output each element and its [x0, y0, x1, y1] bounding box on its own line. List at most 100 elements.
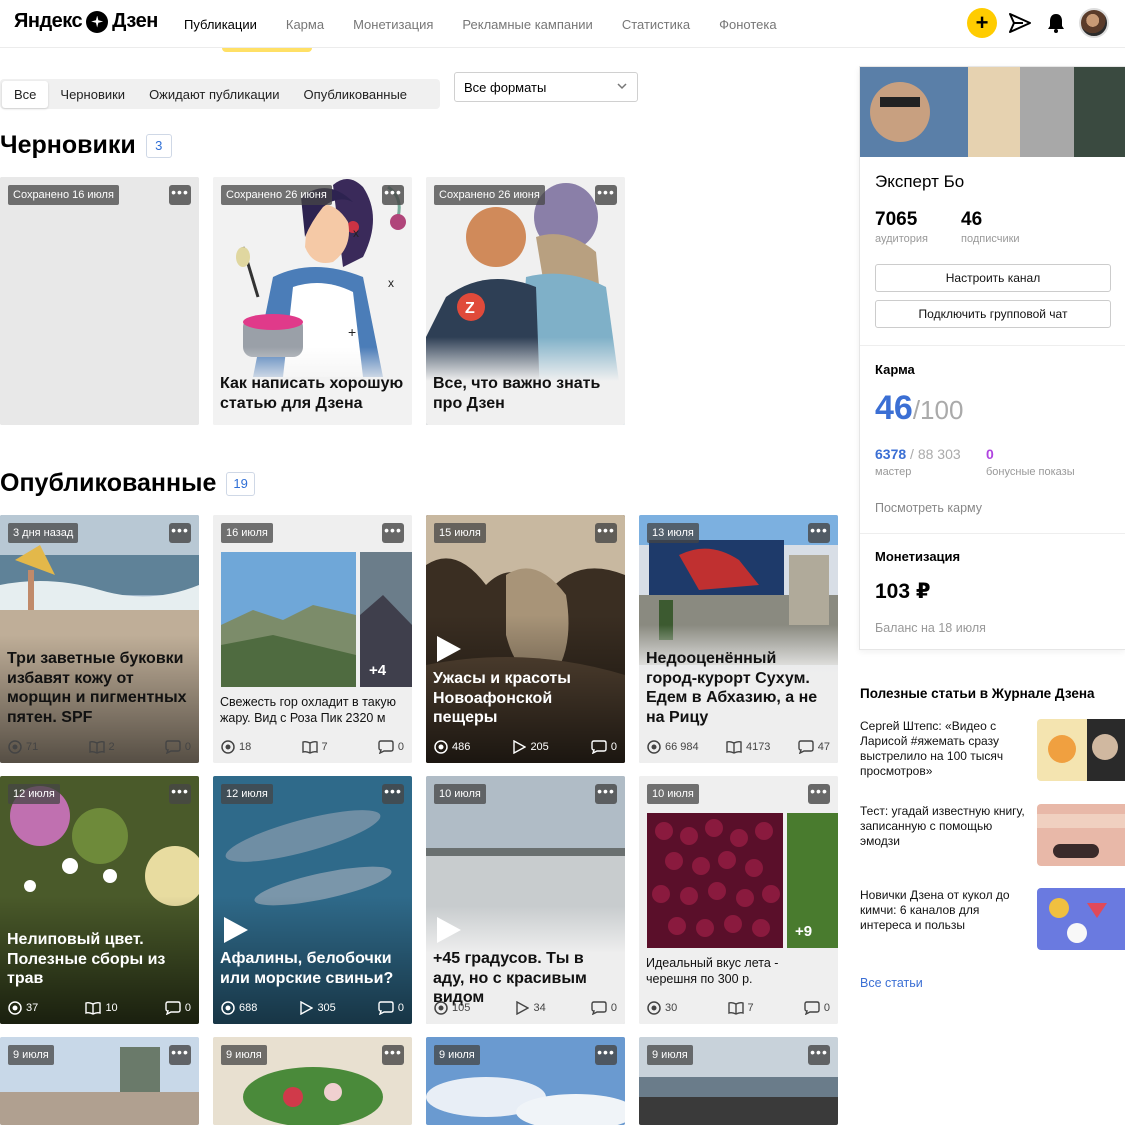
audience-count: 7065: [875, 209, 918, 230]
views-stat: 486: [434, 740, 470, 754]
published-card[interactable]: 12 июля ••• Нелиповый цвет. Полезные сбо…: [0, 776, 199, 1024]
card-date: 10 июля: [647, 784, 699, 804]
article-title: Тест: угадай известную книгу, записанную…: [860, 804, 1025, 848]
format-select[interactable]: Все форматы: [454, 72, 638, 102]
comments-stat: 0: [378, 740, 404, 754]
top-header: Яндекс Дзен Публикации Карма Монетизация…: [0, 0, 1125, 48]
comments-stat: 0: [591, 1001, 617, 1015]
book-icon: [89, 740, 105, 754]
more-icon[interactable]: •••: [808, 523, 830, 543]
more-icon[interactable]: •••: [808, 784, 830, 804]
view-karma-link[interactable]: Посмотреть карму: [875, 501, 982, 515]
nav-statistics[interactable]: Статистика: [622, 17, 690, 32]
useful-article[interactable]: Сергей Штепс: «Видео с Ларисой #яжемать …: [860, 719, 1125, 783]
zen-star-icon: [86, 10, 109, 33]
svg-text:+: +: [348, 324, 356, 340]
more-icon[interactable]: •••: [169, 185, 191, 205]
comments-stat: 0: [165, 740, 191, 754]
card-title: Ужасы и красоты Новоафонской пещеры: [433, 670, 571, 726]
logo-yandex: Яндекс: [14, 10, 83, 32]
tab-published[interactable]: Опубликованные: [292, 81, 420, 108]
tab-pending[interactable]: Ожидают публикации: [137, 81, 291, 108]
eye-icon: [221, 740, 235, 754]
published-card[interactable]: 3 дня назад ••• Три заветные буковки изб…: [0, 515, 199, 763]
card-title: Недооценённый город-курорт Сухум. Едем в…: [646, 650, 818, 726]
published-card[interactable]: 12 июля ••• Афалины, белобочки или морск…: [213, 776, 412, 1024]
more-icon[interactable]: •••: [169, 784, 191, 804]
more-icon[interactable]: •••: [808, 1045, 830, 1065]
all-articles-link[interactable]: Все статьи: [860, 976, 923, 990]
karma-score: 46/100: [875, 389, 964, 427]
card-stats: 66 984 4173 47: [647, 739, 830, 755]
more-icon[interactable]: •••: [595, 784, 617, 804]
nav-karma[interactable]: Карма: [286, 17, 324, 32]
karma-level: мастер: [875, 466, 912, 478]
connect-chat-button[interactable]: Подключить групповой чат: [875, 300, 1111, 328]
create-button[interactable]: +: [967, 8, 997, 38]
audience-label: аудитория: [875, 233, 928, 245]
send-icon[interactable]: [1007, 10, 1033, 36]
draft-card[interactable]: Сохранено 16 июля •••: [0, 177, 199, 425]
balance-value: 103 ₽: [875, 580, 931, 603]
more-icon[interactable]: •••: [595, 1045, 617, 1065]
more-icon[interactable]: •••: [595, 185, 617, 205]
nav-publications[interactable]: Публикации: [184, 17, 257, 32]
bonus-label: бонусные показы: [986, 466, 1075, 478]
more-icon[interactable]: •••: [595, 523, 617, 543]
published-card[interactable]: 15 июля ••• Ужасы и красоты Новоафонской…: [426, 515, 625, 763]
comments-stat: 0: [804, 1001, 830, 1015]
more-icon[interactable]: •••: [169, 1045, 191, 1065]
more-icon[interactable]: •••: [382, 1045, 404, 1065]
setup-channel-button[interactable]: Настроить канал: [875, 264, 1111, 292]
more-icon[interactable]: •••: [382, 784, 404, 804]
published-card[interactable]: 9 июля •••: [213, 1037, 412, 1125]
published-card[interactable]: 10 июля ••• +45 градусов. Ты в аду, но с…: [426, 776, 625, 1024]
card-stats: 688 305 0: [221, 1000, 404, 1016]
published-heading: Опубликованные 19: [0, 469, 255, 498]
eye-icon: [221, 1001, 235, 1015]
drafts-count: 3: [145, 133, 172, 158]
svg-text:x: x: [353, 226, 359, 240]
reads-stat: 2: [89, 740, 115, 754]
card-stats: 37 10 0: [8, 1000, 191, 1016]
more-icon[interactable]: •••: [169, 523, 191, 543]
card-title: Все, что важно знать про Дзен: [433, 375, 601, 412]
published-card[interactable]: 10 июля ••• +9 Идеальный вкус лета - чер…: [639, 776, 838, 1024]
published-count: 19: [226, 471, 255, 496]
nav-ad-campaigns[interactable]: Рекламные кампании: [462, 17, 592, 32]
draft-card[interactable]: x x + Сохранено 26 июня ••• Как написать…: [213, 177, 412, 425]
card-stats: 71 2 0: [8, 739, 191, 755]
card-date: 10 июля: [434, 784, 486, 804]
more-icon[interactable]: •••: [382, 185, 404, 205]
draft-card[interactable]: Z Сохранено 26 июня ••• Все, что важно з…: [426, 177, 625, 425]
eye-icon: [434, 1001, 448, 1015]
book-icon: [302, 740, 318, 754]
bell-icon[interactable]: [1043, 10, 1069, 36]
tab-all[interactable]: Все: [2, 80, 49, 108]
comment-icon: [378, 740, 394, 754]
card-text: Свежесть гор охладит в такую жару. Вид с…: [220, 695, 396, 725]
card-date: Сохранено 26 июня: [434, 185, 545, 205]
useful-article[interactable]: Тест: угадай известную книгу, записанную…: [860, 804, 1125, 868]
useful-article[interactable]: Новички Дзена от кукол до кимчи: 6 канал…: [860, 888, 1125, 952]
nav-sound-library[interactable]: Фонотека: [719, 17, 776, 32]
published-card[interactable]: 13 июля ••• Недооценённый город-курорт С…: [639, 515, 838, 763]
main-nav: Публикации Карма Монетизация Рекламные к…: [184, 0, 806, 48]
views-stat: 30: [647, 1001, 677, 1015]
avatar[interactable]: [1079, 8, 1109, 38]
views-stat: 18: [221, 740, 251, 754]
article-thumbnail: [1037, 888, 1125, 950]
published-card[interactable]: 16 июля ••• +4 Свежесть гор охладит в та…: [213, 515, 412, 763]
card-title: Как написать хорошую статью для Дзена: [220, 375, 404, 412]
views-stat: 66 984: [647, 740, 699, 754]
logo[interactable]: Яндекс Дзен: [14, 10, 158, 33]
card-title: Афалины, белобочки или морские свиньи?: [220, 950, 394, 987]
published-card[interactable]: 9 июля •••: [639, 1037, 838, 1125]
more-icon[interactable]: •••: [382, 523, 404, 543]
play-icon: [437, 636, 461, 662]
published-card[interactable]: 9 июля •••: [0, 1037, 199, 1125]
nav-monetization[interactable]: Монетизация: [353, 17, 433, 32]
card-date: 9 июля: [8, 1045, 54, 1065]
tab-drafts[interactable]: Черновики: [48, 81, 137, 108]
published-card[interactable]: 9 июля •••: [426, 1037, 625, 1125]
